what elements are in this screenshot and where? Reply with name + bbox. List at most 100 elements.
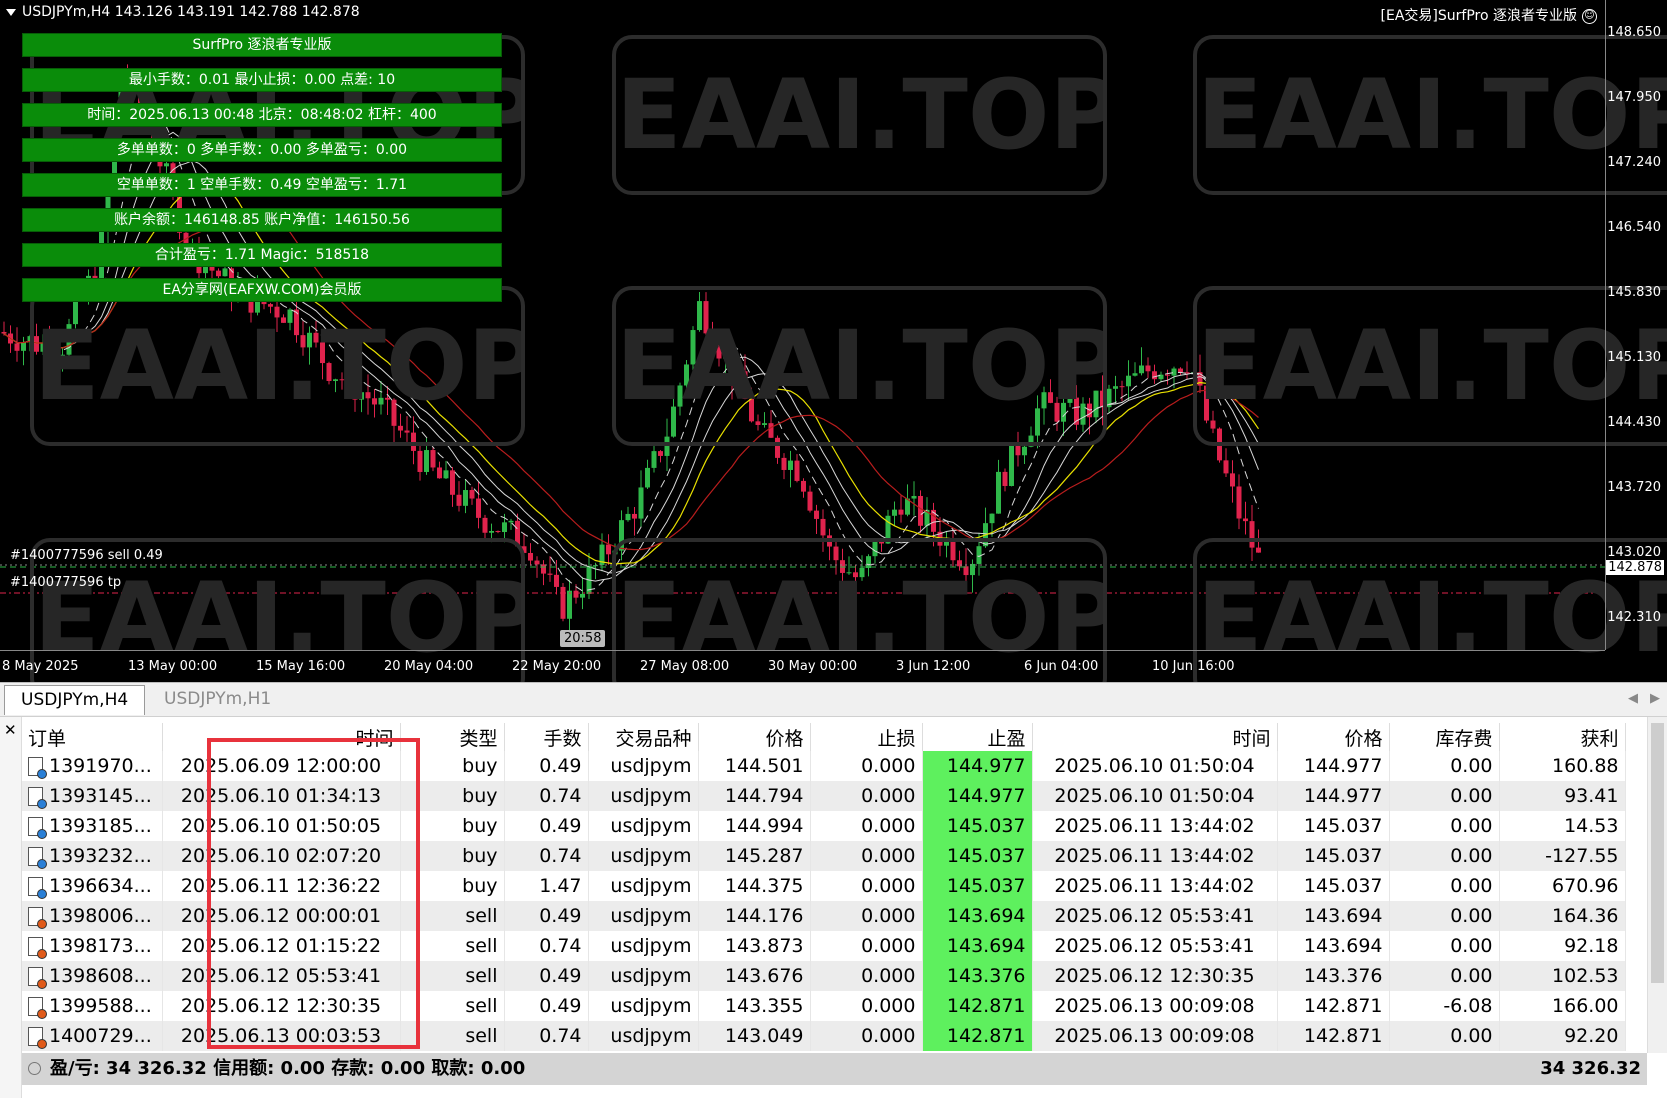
dropdown-triangle-icon[interactable]	[6, 8, 16, 16]
panel-footer: EA分享网(EAFXW.COM)会员版	[22, 278, 502, 302]
candle-body	[495, 530, 501, 533]
price-tick: 147.950	[1607, 90, 1661, 105]
candle-body	[21, 342, 26, 351]
cell-lots: 0.49	[504, 961, 589, 991]
candle-body	[443, 470, 449, 479]
price-tick: 147.240	[1607, 155, 1661, 170]
time-axis[interactable]: 8 May 2025 13 May 00:00 15 May 16:00 20 …	[0, 650, 1605, 682]
table-row[interactable]: 1399588... 2025.06.12 12:30:35 sell 0.49 usd…	[22, 991, 1626, 1021]
cell-close-price: 143.694	[1277, 931, 1390, 961]
cell-close-time: 2025.06.12 05:53:41	[1032, 931, 1278, 961]
cell-profit: 160.88	[1499, 751, 1626, 781]
cell-take-profit: 145.037	[922, 871, 1033, 901]
cell-stop-loss: 0.000	[810, 781, 923, 811]
col-close-price[interactable]: 价格	[1277, 723, 1390, 751]
current-price-label: 142.878	[1606, 560, 1664, 575]
cell-order-type: buy	[400, 871, 505, 901]
candle-body	[788, 460, 793, 470]
candle-body	[1139, 365, 1144, 374]
table-header-row: 订单 时间 类型 手数 交易品种 价格 止损 止盈 时间 价格 库存费 获利	[22, 723, 1626, 751]
col-sl[interactable]: 止损	[810, 723, 923, 751]
col-order[interactable]: 订单	[22, 723, 163, 751]
cell-order-id: 1391970...	[22, 751, 163, 781]
col-lots[interactable]: 手数	[504, 723, 589, 751]
col-swap[interactable]: 库存费	[1389, 723, 1500, 751]
candle-body	[807, 491, 813, 511]
time-tick: 27 May 08:00	[640, 659, 730, 674]
price-chart[interactable]: EAAI.TOP EAAI.TOP EAAI.TOP EAAI.TOP EAAI…	[0, 0, 1667, 682]
candle-body	[658, 451, 663, 456]
order-line-label-tp[interactable]: #1400777596 tp	[10, 575, 121, 590]
cell-close-price: 144.977	[1277, 781, 1390, 811]
table-row[interactable]: 1393185... 2025.06.10 01:50:05 buy 0.49 usdj…	[22, 811, 1626, 841]
table-row[interactable]: 1393145... 2025.06.10 01:34:13 buy 0.74 usdj…	[22, 781, 1626, 811]
smiley-icon[interactable]: ☺	[1582, 8, 1597, 24]
candle-body	[547, 573, 553, 575]
candle-body	[541, 564, 546, 574]
chart-symbol-header[interactable]: USDJPYm,H4 143.126 143.191 142.788 142.8…	[6, 4, 360, 20]
table-row[interactable]: 1393232... 2025.06.10 02:07:20 buy 0.74 usdj…	[22, 841, 1626, 871]
table-row[interactable]: 1396634... 2025.06.11 12:36:22 buy 1.47 usdj…	[22, 871, 1626, 901]
table-row[interactable]: 1398173... 2025.06.12 01:15:22 sell 0.74 usd…	[22, 931, 1626, 961]
col-price[interactable]: 价格	[698, 723, 811, 751]
cell-stop-loss: 0.000	[810, 991, 923, 1021]
cell-open-price: 144.176	[698, 901, 811, 931]
cell-lots: 0.74	[504, 1021, 589, 1051]
watermark: EAAI.TOP	[1193, 286, 1667, 446]
cell-swap: 0.00	[1389, 811, 1500, 841]
scrollbar-thumb[interactable]	[1651, 723, 1664, 983]
tab-usdjpym-h4[interactable]: USDJPYm,H4	[4, 685, 146, 715]
table-row[interactable]: 1400729... 2025.06.13 00:03:53 sell 0.74 usd…	[22, 1021, 1626, 1051]
summary-icon	[28, 1062, 41, 1075]
close-icon[interactable]: ✕	[4, 721, 17, 739]
candle-body	[1236, 486, 1242, 519]
order-id-text: 1400729...	[49, 1025, 152, 1047]
cell-open-time: 2025.06.12 12:30:35	[162, 991, 401, 1021]
order-id-text: 1391970...	[49, 755, 152, 777]
sell-order-icon	[28, 1027, 47, 1049]
candle-body	[424, 450, 429, 472]
panel-buy-info: 多单单数：0 多单手数：0.00 多单盈亏：0.00	[22, 138, 502, 162]
table-row[interactable]: 1398608... 2025.06.12 05:53:41 sell 0.49 usd…	[22, 961, 1626, 991]
cell-stop-loss: 0.000	[810, 1021, 923, 1051]
cell-order-type: sell	[400, 961, 505, 991]
cell-lots: 1.47	[504, 871, 589, 901]
watermark: EAAI.TOP	[1193, 35, 1667, 195]
candle-body	[781, 457, 787, 470]
candle-body	[1113, 386, 1118, 389]
cell-swap: -6.08	[1389, 991, 1500, 1021]
order-line-label-sell[interactable]: #1400777596 sell 0.49	[10, 548, 163, 563]
col-close-time[interactable]: 时间	[1032, 723, 1278, 751]
col-profit[interactable]: 获利	[1499, 723, 1626, 751]
candle-body	[651, 451, 657, 468]
candle-body	[528, 552, 533, 561]
price-axis[interactable]: 148.650 147.950 147.240 146.540 145.830 …	[1605, 0, 1667, 650]
cell-order-type: sell	[400, 901, 505, 931]
time-tick: 30 May 00:00	[768, 659, 858, 674]
price-tick: 143.020	[1607, 545, 1661, 560]
col-symbol[interactable]: 交易品种	[588, 723, 699, 751]
candle-body	[534, 560, 540, 565]
cell-open-price: 143.676	[698, 961, 811, 991]
tab-scroll-right-icon[interactable]: ▶	[1650, 691, 1660, 706]
col-open-time[interactable]: 时间	[162, 723, 401, 751]
cell-order-id: 1393145...	[22, 781, 163, 811]
col-type[interactable]: 类型	[400, 723, 505, 751]
candle-body	[820, 518, 826, 536]
table-row[interactable]: 1398006... 2025.06.12 00:00:01 sell 0.49 usd…	[22, 901, 1626, 931]
cell-order-type: sell	[400, 1021, 505, 1051]
cell-close-time: 2025.06.12 12:30:35	[1032, 961, 1278, 991]
cell-order-id: 1396634...	[22, 871, 163, 901]
panel-time-info: 时间：2025.06.13 00:48 北京：08:48:02 杠杆：400	[22, 103, 502, 127]
sell-order-icon	[28, 937, 47, 959]
order-id-text: 1393232...	[49, 845, 152, 867]
table-row[interactable]: 1391970... 2025.06.09 12:00:00 buy 0.49 usdj…	[22, 751, 1626, 781]
tab-scroll-left-icon[interactable]: ◀	[1628, 691, 1638, 706]
cell-stop-loss: 0.000	[810, 811, 923, 841]
col-tp[interactable]: 止盈	[922, 723, 1033, 751]
buy-order-icon	[28, 847, 47, 869]
ea-name-label[interactable]: [EA交易]SurfPro 逐浪者专业版 ☺	[1381, 5, 1597, 25]
vertical-scrollbar[interactable]	[1647, 717, 1667, 1053]
time-tick: 20 May 04:00	[384, 659, 474, 674]
tab-usdjpym-h1[interactable]: USDJPYm,H1	[148, 685, 287, 715]
